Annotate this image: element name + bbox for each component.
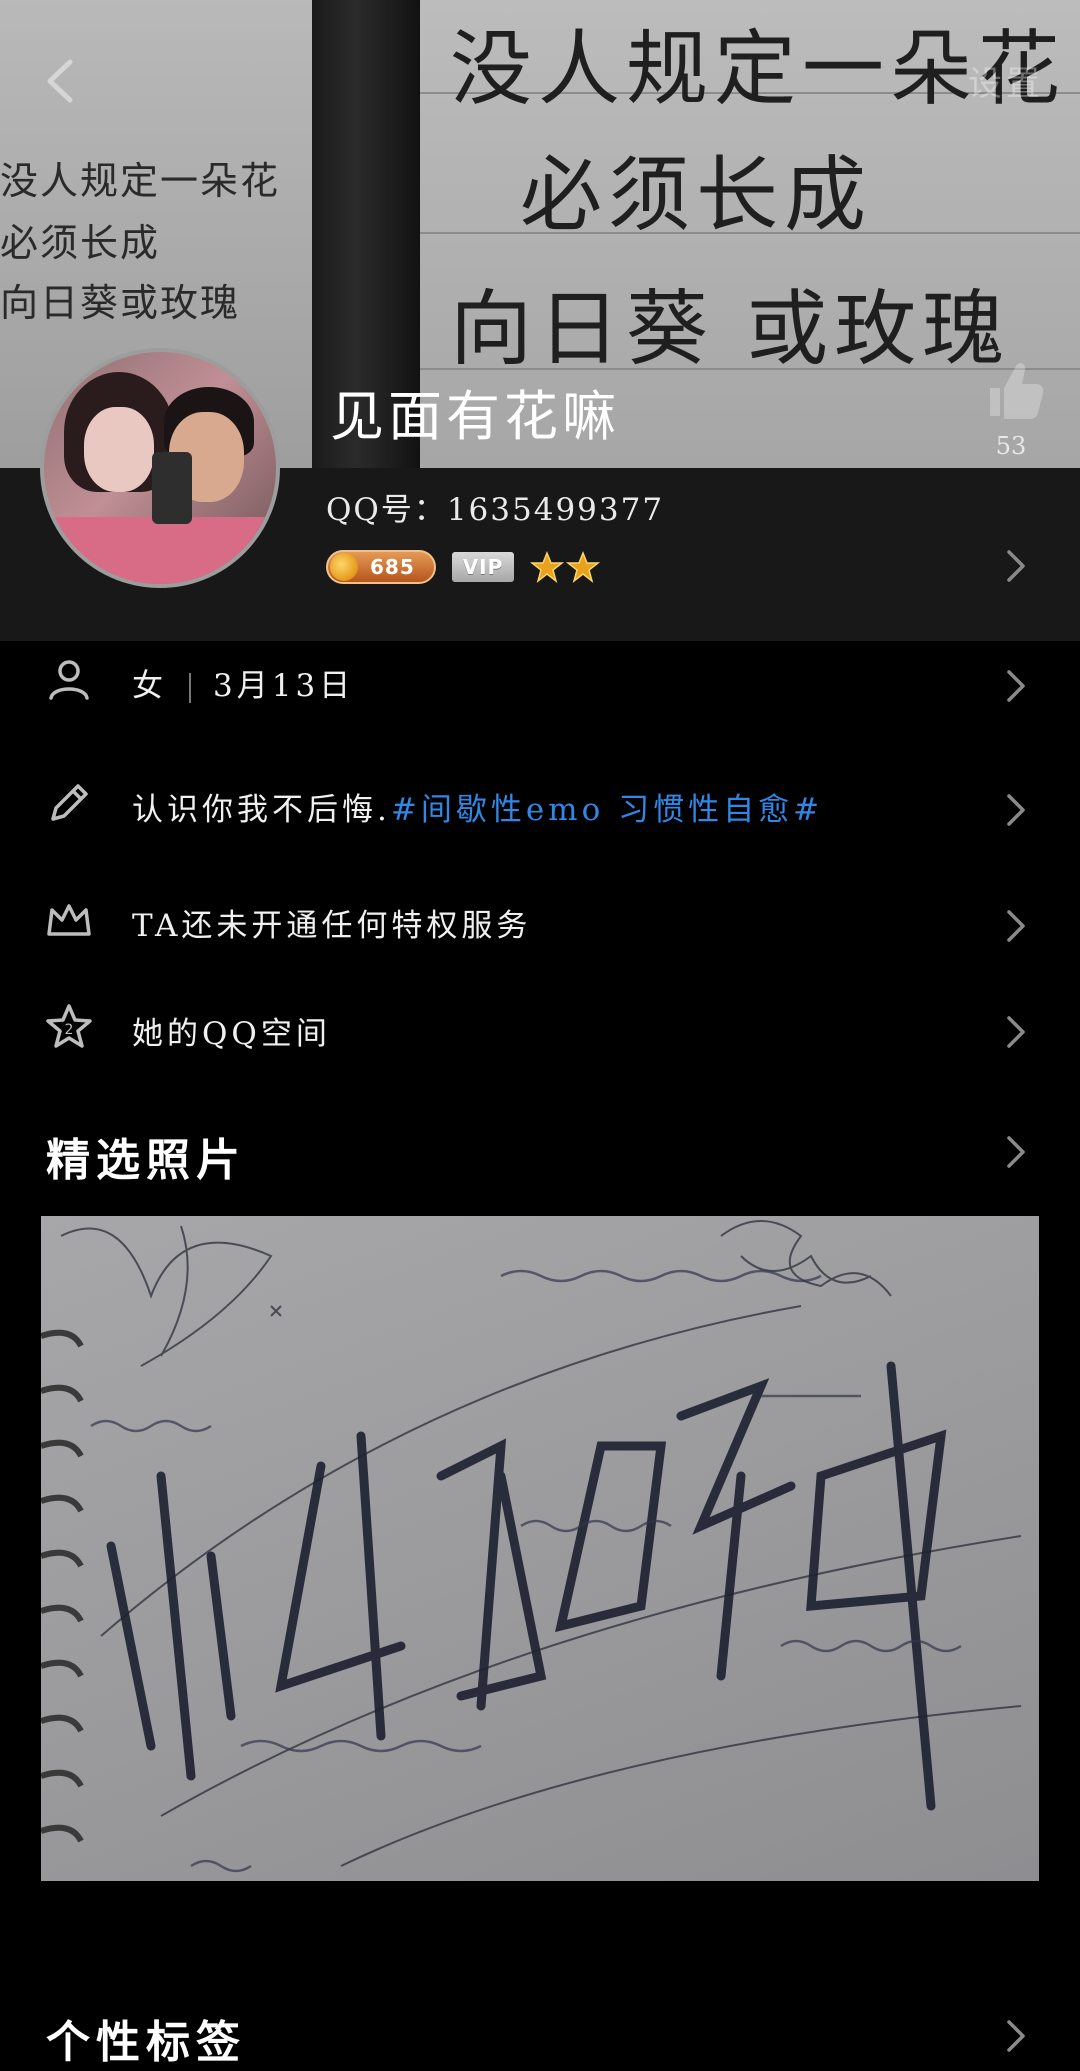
- birthday: 3月13日: [213, 668, 355, 704]
- chevron-right-icon: [1007, 1016, 1025, 1048]
- row-basic-info[interactable]: 女 3月13日: [0, 634, 1080, 734]
- qq-number: QQ号：1635499377: [326, 492, 665, 528]
- level-stars: [530, 551, 600, 583]
- signature-text: 认识你我不后悔.#间歇性emo 习惯性自愈#: [132, 784, 823, 829]
- person-icon: [49, 660, 89, 700]
- row-signature[interactable]: 认识你我不后悔.#间歇性emo 习惯性自愈#: [0, 754, 1080, 854]
- cover-left-line-1: 没人规定一朵花: [0, 159, 281, 203]
- vip-label: VIP: [462, 555, 504, 579]
- personal-tags-arrow[interactable]: [1004, 2018, 1028, 2058]
- featured-photo[interactable]: [41, 1216, 1039, 1881]
- like-count: 53: [995, 432, 1027, 460]
- chevron-right-icon: [1007, 910, 1025, 942]
- like-button[interactable]: 53: [976, 354, 1046, 460]
- level-coin-badge[interactable]: 685: [326, 550, 436, 584]
- row-qzone[interactable]: 2 她的QQ空间: [0, 978, 1080, 1078]
- profile-detail-arrow[interactable]: [1004, 548, 1028, 588]
- chevron-right-icon: [1007, 2020, 1025, 2052]
- featured-photos-title: 精选照片: [46, 1135, 246, 1186]
- qzone-star-icon: 2: [46, 1004, 92, 1048]
- badge-row[interactable]: 685 VIP: [326, 548, 600, 586]
- avatar[interactable]: [40, 348, 280, 588]
- star-icon: [530, 551, 564, 583]
- svg-text:2: 2: [65, 1022, 74, 1038]
- star-icon: [566, 551, 600, 583]
- separator: [189, 672, 191, 703]
- thumbs-up-icon: [990, 363, 1044, 419]
- chevron-right-icon: [1007, 794, 1025, 826]
- chevron-right-icon: [1007, 670, 1025, 702]
- crown-icon: [47, 904, 91, 936]
- cover-left-line-2: 必须长成: [0, 221, 161, 265]
- personal-tags-title: 个性标签: [46, 2017, 246, 2068]
- vip-badge[interactable]: VIP: [452, 552, 514, 582]
- cover-right-line-2: 必须长成: [520, 148, 873, 243]
- coin-icon: [330, 553, 358, 581]
- signature-body: 认识你我不后悔.: [132, 792, 391, 828]
- chevron-left-icon: [47, 59, 73, 103]
- basic-info-label: 女 3月13日: [132, 660, 354, 705]
- settings-button[interactable]: 设置: [968, 56, 1044, 105]
- nickname: 见面有花嘛: [330, 385, 620, 448]
- signature-topic-link[interactable]: #间歇性emo 习惯性自愈#: [391, 792, 823, 828]
- featured-photos-arrow[interactable]: [1004, 1134, 1028, 1174]
- cover-right-line-3: 向日葵 或玫瑰: [450, 282, 1011, 377]
- chevron-right-icon: [1007, 550, 1025, 582]
- back-button[interactable]: [38, 54, 82, 108]
- featured-photo-scribbles: [41, 1220, 1022, 1873]
- privilege-label: TA还未开通任何特权服务: [132, 908, 532, 944]
- chevron-right-icon: [1007, 1136, 1025, 1168]
- qzone-label: 她的QQ空间: [132, 1016, 331, 1052]
- pencil-icon: [51, 784, 88, 821]
- cover-left-line-3: 向日葵或玫瑰: [0, 281, 241, 325]
- coin-value: 685: [370, 555, 415, 579]
- row-privilege[interactable]: TA还未开通任何特权服务: [0, 872, 1080, 972]
- gender: 女: [132, 668, 167, 704]
